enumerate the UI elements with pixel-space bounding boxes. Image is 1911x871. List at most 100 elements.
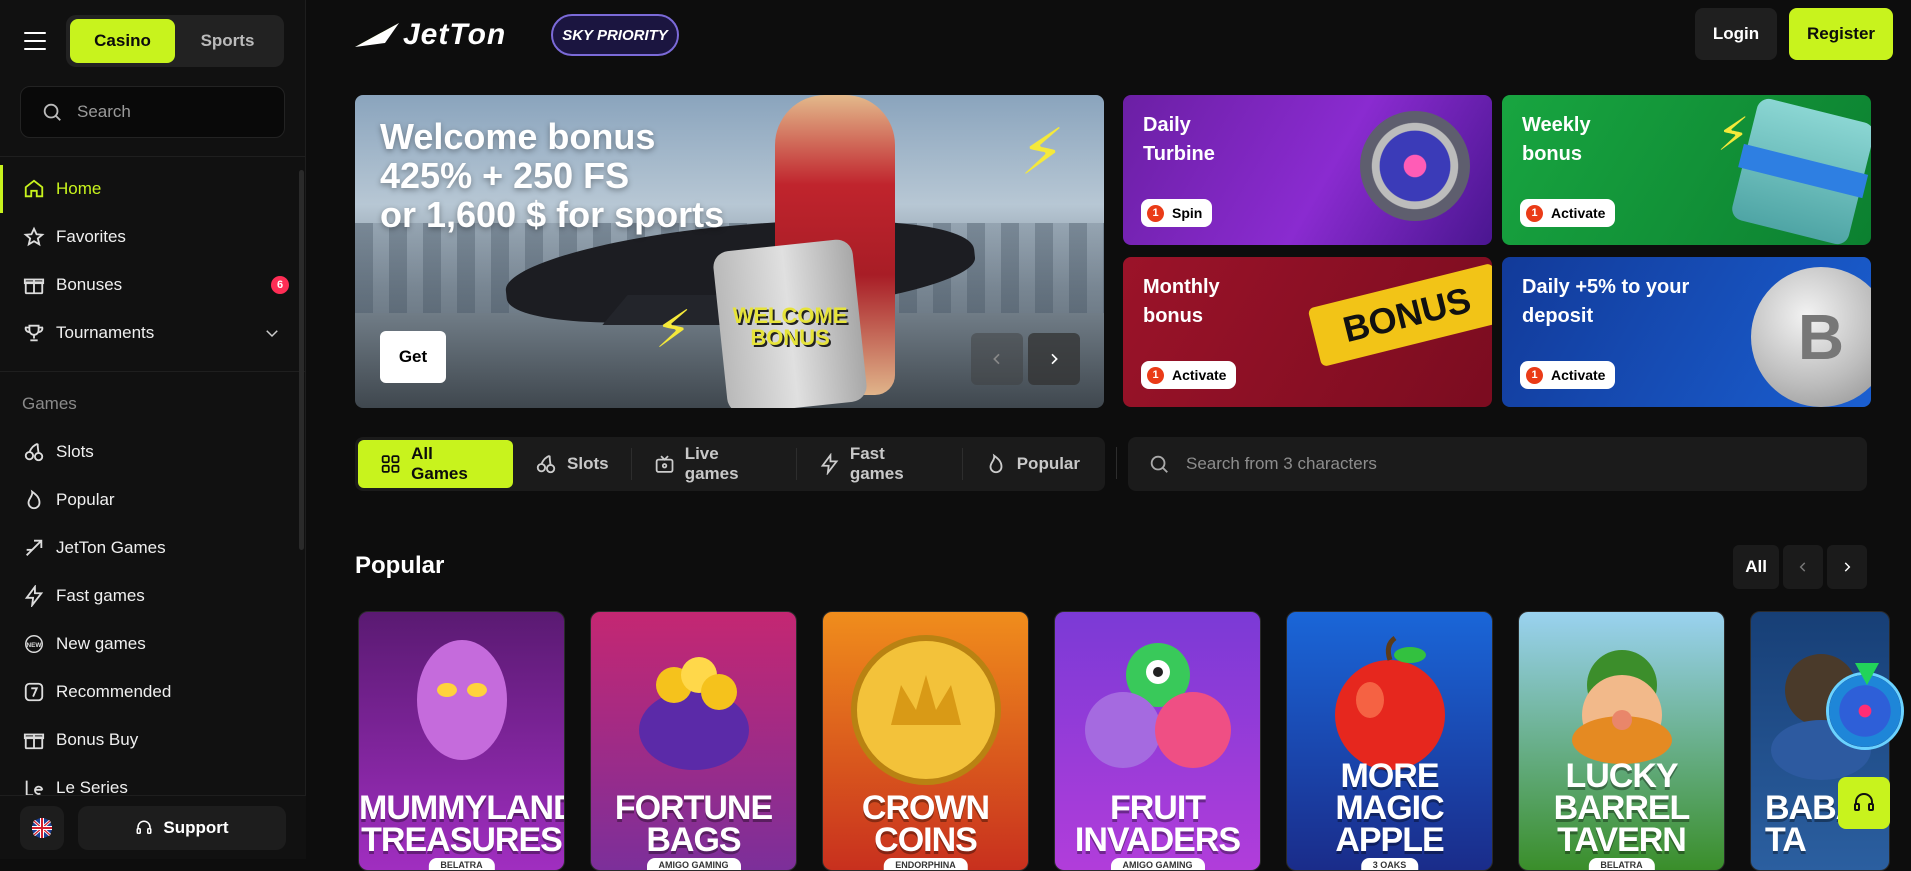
- promo-count: 1: [1147, 366, 1164, 384]
- daily-turbine-card[interactable]: Daily Turbine 1 Spin: [1123, 95, 1492, 245]
- product-switch: Casino Sports: [66, 15, 284, 67]
- jet-icon: [22, 536, 46, 560]
- game-search-input[interactable]: Search from 3 characters: [1128, 437, 1867, 491]
- menu-icon[interactable]: [24, 32, 46, 50]
- header: JetTon SKY PRIORITY Login Register: [307, 0, 1911, 70]
- activate-button[interactable]: 1 Activate: [1141, 361, 1237, 389]
- fortune-wheel-widget[interactable]: [1826, 663, 1904, 750]
- nav-label: New games: [56, 634, 146, 653]
- filter-fast-games[interactable]: Fast games: [797, 440, 962, 488]
- game-card[interactable]: FRUIT INVADERS AMIGO GAMING: [1054, 611, 1261, 871]
- trophy-icon: [22, 321, 46, 345]
- popular-prev-button[interactable]: [1783, 545, 1823, 589]
- game-title: FORTUNE BAGS: [614, 789, 773, 859]
- promo-action: Activate: [1551, 205, 1606, 221]
- get-bonus-button[interactable]: Get: [380, 331, 446, 383]
- nav-label: Home: [56, 179, 102, 198]
- nav-item-popular[interactable]: Popular: [0, 476, 305, 524]
- nav-item-new-games[interactable]: NEW New games: [0, 620, 305, 668]
- activate-button[interactable]: 1 Activate: [1520, 199, 1616, 227]
- suitcase-image: WELCOME BONUS: [711, 238, 869, 408]
- language-flag-button[interactable]: [20, 805, 64, 850]
- game-card[interactable]: MORE MAGIC APPLE 3 OAKS: [1286, 611, 1493, 871]
- promo-title: Daily Turbine: [1143, 114, 1215, 165]
- game-card[interactable]: CROWN COINS ENDORPHINA: [822, 611, 1029, 871]
- lightning-icon: [820, 453, 839, 475]
- chevron-down-icon[interactable]: [263, 324, 281, 342]
- daily-deposit-bonus-card[interactable]: B Daily +5% to your deposit 1 Activate: [1502, 257, 1871, 407]
- promo-title: Daily +5% to your deposit: [1522, 276, 1690, 327]
- sports-tab[interactable]: Sports: [175, 19, 280, 63]
- logo-text: JetTon: [403, 18, 507, 51]
- filter-live-games[interactable]: Live games: [632, 440, 796, 488]
- nav-item-jetton-games[interactable]: JetTon Games: [0, 524, 305, 572]
- nav-label: Recommended: [56, 682, 172, 701]
- spin-button[interactable]: 1 Spin: [1141, 199, 1213, 227]
- hero-next-button[interactable]: [1028, 333, 1080, 385]
- jetton-logo[interactable]: JetTon: [355, 18, 506, 52]
- casino-tab[interactable]: Casino: [70, 19, 175, 63]
- sidebar-search-input[interactable]: Search: [20, 86, 285, 138]
- nav-label: Bonuses: [56, 275, 123, 294]
- nav-item-recommended[interactable]: Recommended: [0, 668, 305, 716]
- sidebar-scrollbar[interactable]: [299, 170, 304, 550]
- welcome-bonus-banner[interactable]: WELCOME BONUS ⚡ ⚡ Welcome bonus 425% + 2…: [355, 95, 1104, 408]
- turbine-wheel-image: [1360, 111, 1470, 221]
- game-title: CROWN COINS: [861, 789, 990, 859]
- game-card[interactable]: MUMMYLAND TREASURES BELATRA: [358, 611, 565, 871]
- live-tv-icon: [655, 455, 673, 473]
- sidebar: Casino Sports Search Home Favorites Bonu…: [0, 0, 306, 859]
- nav-item-tournaments[interactable]: Tournaments: [0, 309, 305, 357]
- sidebar-footer: Support: [0, 795, 306, 859]
- gold-coins-bag-art: [638, 657, 749, 770]
- view-all-button[interactable]: All: [1733, 545, 1779, 589]
- promo-action: Spin: [1172, 205, 1203, 221]
- game-provider: BELATRA: [1588, 858, 1655, 870]
- game-title: MORE MAGIC APPLE: [1335, 757, 1444, 859]
- mummy-art: [416, 640, 507, 760]
- promo-count: 1: [1526, 366, 1543, 384]
- flame-icon: [989, 453, 1003, 474]
- hero-line-1: Welcome bonus: [380, 116, 656, 157]
- register-button[interactable]: Register: [1789, 8, 1893, 60]
- promo-action: Activate: [1551, 367, 1606, 383]
- chevron-left-icon: [993, 353, 1000, 365]
- weekly-bonus-card[interactable]: ⚡ Weekly bonus 1 Activate: [1502, 95, 1871, 245]
- support-button[interactable]: Support: [78, 805, 286, 850]
- monthly-bonus-card[interactable]: BONUS Monthly bonus 1 Activate: [1123, 257, 1492, 407]
- filter-popular[interactable]: Popular: [963, 440, 1102, 488]
- support-chat-button[interactable]: [1838, 777, 1890, 829]
- login-button[interactable]: Login: [1695, 8, 1777, 60]
- headset-icon: [1854, 793, 1874, 811]
- game-card[interactable]: LUCKY BARREL TAVERN BELATRA: [1518, 611, 1725, 871]
- nav-item-home[interactable]: Home: [0, 165, 305, 213]
- nav-label: Popular: [56, 490, 115, 509]
- filter-label: Fast games: [849, 444, 904, 483]
- lightning-icon: ⚡: [655, 301, 692, 359]
- nav-item-fast-games[interactable]: Fast games: [0, 572, 305, 620]
- filter-slots[interactable]: Slots: [513, 440, 631, 488]
- game-title: FRUIT INVADERS: [1074, 789, 1241, 859]
- auth-buttons: Login Register: [1695, 8, 1911, 60]
- games-section-title: Games: [22, 394, 77, 413]
- home-icon: [22, 177, 46, 201]
- filter-label: Slots: [567, 454, 609, 473]
- hero-prev-button[interactable]: [971, 333, 1023, 385]
- nav-item-favorites[interactable]: Favorites: [0, 213, 305, 261]
- hero-line-2: 425% + 250 FS: [380, 155, 630, 196]
- popular-next-button[interactable]: [1827, 545, 1867, 589]
- nav-item-slots[interactable]: Slots: [0, 428, 305, 476]
- filter-label: All Games: [411, 444, 468, 483]
- chevron-left-icon: [1799, 562, 1806, 572]
- suitcase-text: WELCOME BONUS: [732, 302, 848, 350]
- activate-button[interactable]: 1 Activate: [1520, 361, 1616, 389]
- promo-title: Weekly bonus: [1522, 114, 1591, 165]
- filter-all-games[interactable]: All Games: [358, 440, 514, 488]
- promo-title: Monthly bonus: [1143, 276, 1220, 327]
- nav-item-bonuses[interactable]: Bonuses 6: [0, 261, 305, 309]
- lightning-icon: ⚡: [1020, 116, 1065, 188]
- game-card[interactable]: FORTUNE BAGS AMIGO GAMING: [590, 611, 797, 871]
- nav-item-bonus-buy[interactable]: Bonus Buy: [0, 716, 305, 764]
- filter-label: Live games: [684, 444, 739, 483]
- divider: [0, 156, 305, 157]
